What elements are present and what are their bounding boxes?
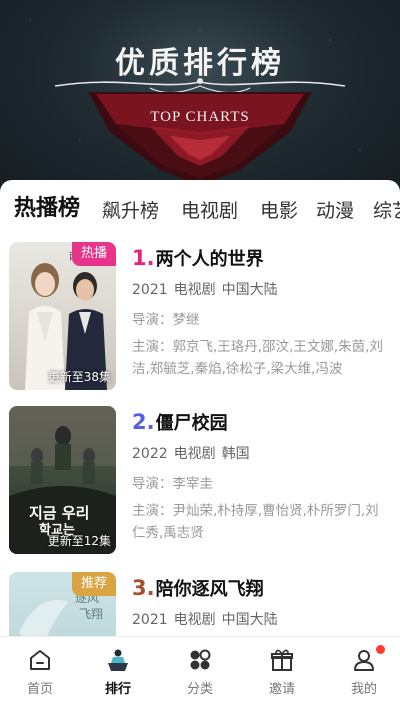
- episode-status: 更新至12集: [47, 534, 111, 548]
- banner-subtitle: TOP CHARTS: [150, 109, 250, 125]
- year: 2022: [132, 446, 168, 462]
- item-title[interactable]: 2.僵尸校园: [132, 410, 392, 436]
- nav-label: 排行: [104, 682, 131, 697]
- director-text: 导演：梦继: [132, 312, 200, 328]
- rank-number: 3.: [132, 576, 155, 600]
- nav-profile[interactable]: 我的: [324, 637, 400, 702]
- rank-number: 2.: [132, 410, 155, 434]
- title-text: 两个人的世界: [155, 249, 264, 270]
- bottom-nav: 首页 排行 分类 邀请 我的: [0, 636, 400, 702]
- nav-rank[interactable]: 排行: [78, 637, 158, 702]
- cast-text: 主演：尹灿荣,朴持厚,曹怡贤,朴所罗门,刘仁秀,禹志贤: [132, 503, 379, 541]
- type: 电视剧: [173, 446, 216, 462]
- tab-variety[interactable]: 综艺: [373, 196, 400, 226]
- region: 中国大陆: [221, 612, 278, 628]
- svg-text:지금 우리: 지금 우리: [29, 504, 89, 522]
- cast-text: 主演：郭京飞,王珞丹,邵汶,王文娜,朱茵,刘洁,郑毓芝,秦焰,徐松子,梁大维,冯…: [132, 339, 383, 377]
- tab-hot[interactable]: 热播榜: [14, 194, 80, 224]
- top-charts-banner: 优质排行榜 TOP CHARTS: [0, 0, 400, 200]
- item-meta: 2021 电视剧 中国大陆: [132, 280, 392, 300]
- tab-tv[interactable]: 电视剧: [181, 196, 238, 226]
- episode-status: 更新至38集: [47, 370, 111, 384]
- item-info: 3.陪你逐风飞翔 2021 电视剧 中国大陆: [132, 576, 392, 630]
- notification-dot: [376, 645, 385, 654]
- type: 电视剧: [173, 282, 216, 298]
- tab-rising[interactable]: 飙升榜: [102, 196, 159, 226]
- year: 2021: [132, 282, 168, 298]
- title-text: 僵尸校园: [155, 413, 228, 434]
- nav-label: 分类: [186, 682, 213, 697]
- ranking-tabs: 热播榜 飙升榜 电视剧 电影 动漫 综艺: [0, 192, 400, 228]
- list-item[interactable]: 两个人的 热播 更新至38集 1.两个人的世界 2021 电视剧中国大陆 导演：梦…: [0, 242, 400, 392]
- nav-label: 邀请: [268, 682, 295, 697]
- profile-icon: [354, 650, 374, 671]
- list-item[interactable]: 지금 우리 학교는 更新至12集 2.僵尸校园 2022 电视剧 韩国 导演：李宰圭…: [0, 406, 400, 556]
- category-icon: [190, 649, 211, 670]
- item-info: 2.僵尸校园 2022 电视剧 韩国 导演：李宰圭 主演：尹灿荣,朴持厚,曹怡贤,朴…: [132, 410, 392, 544]
- director-text: 导演：李宰圭: [132, 476, 213, 492]
- title-text: 陪你逐风飞翔: [155, 579, 264, 600]
- region: 中国大陆: [221, 282, 278, 298]
- banner-ornament: [54, 78, 346, 186]
- ranking-panel: 热播榜 飙升榜 电视剧 电影 动漫 综艺 两个人的 热播: [0, 180, 400, 702]
- tab-anime[interactable]: 动漫: [316, 196, 354, 226]
- poster-image[interactable]: 지금 우리 학교는 更新至12集: [9, 406, 116, 554]
- tab-movie[interactable]: 电影: [260, 196, 298, 226]
- region: 韩国: [221, 446, 250, 462]
- banner-title: 优质排行榜: [115, 46, 285, 81]
- hot-badge: 热播: [72, 242, 116, 266]
- svg-text:飞翔: 飞翔: [79, 607, 103, 621]
- item-meta: 2021 电视剧 中国大陆: [132, 610, 392, 630]
- recommend-badge: 推荐: [72, 572, 116, 596]
- rank-icon: [108, 649, 128, 671]
- gift-icon: [271, 649, 293, 671]
- poster-image[interactable]: 两个人的 热播 更新至38集: [9, 242, 116, 390]
- nav-category[interactable]: 分类: [160, 637, 240, 702]
- item-title[interactable]: 3.陪你逐风飞翔: [132, 576, 392, 602]
- type: 电视剧: [173, 612, 216, 628]
- nav-label: 我的: [350, 682, 377, 697]
- nav-invite[interactable]: 邀请: [242, 637, 322, 702]
- item-meta: 2022 电视剧 韩国: [132, 444, 392, 464]
- year: 2021: [132, 612, 168, 628]
- nav-label: 首页: [26, 682, 53, 697]
- rank-number: 1.: [132, 246, 155, 270]
- home-icon: [30, 650, 50, 670]
- nav-home[interactable]: 首页: [0, 637, 80, 702]
- item-info: 1.两个人的世界 2021 电视剧 中国大陆 导演：梦继 主演：郭京飞,王珞丹,邵汶…: [132, 246, 392, 380]
- item-title[interactable]: 1.两个人的世界: [132, 246, 392, 272]
